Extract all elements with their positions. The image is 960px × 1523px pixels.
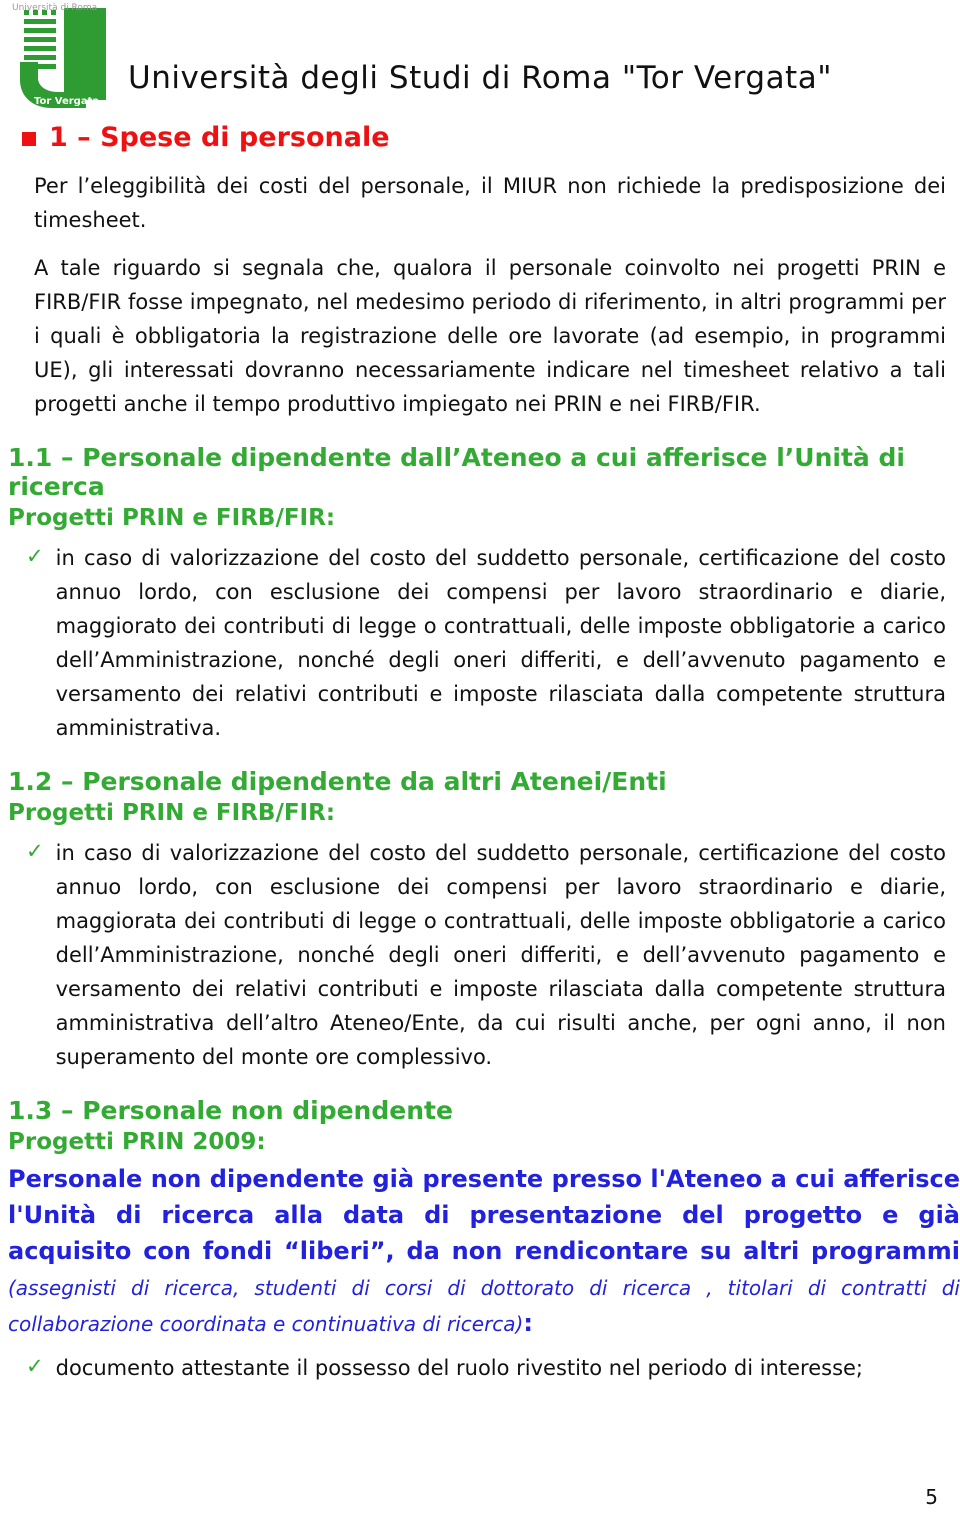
- page-number: 5: [925, 1485, 938, 1509]
- section-1-heading: 1 – Spese di personale: [22, 122, 960, 153]
- section-1-paragraph-1: Per l’eleggibilità dei costi del persona…: [34, 174, 946, 233]
- checkmark-icon: ✓: [26, 544, 44, 569]
- list-item-text: in caso di valorizzazione del costo del …: [55, 841, 946, 1070]
- section-1-2-subhead: Progetti PRIN e FIRB/FIR:: [8, 800, 336, 827]
- blue-block-italic-text: (assegnisti di ricerca, studenti di cors…: [8, 1276, 960, 1337]
- section-1-3-blue-block: Personale non dipendente già presente pr…: [8, 1161, 960, 1341]
- section-1-3-subhead: Progetti PRIN 2009:: [8, 1129, 266, 1156]
- university-logo: Università di Roma Tor Vergata: [2, 0, 120, 112]
- logo-bottom-text: Tor Vergata: [34, 96, 99, 107]
- list-item: ✓ in caso di valorizzazione del costo de…: [26, 541, 946, 745]
- section-1-1-subhead: Progetti PRIN e FIRB/FIR:: [8, 505, 336, 532]
- section-1-3-heading: 1.3 – Personale non dipendente: [8, 1096, 453, 1126]
- blue-block-colon: :: [523, 1309, 533, 1338]
- section-1-paragraph-2: A tale riguardo si segnala che, qualora …: [34, 256, 946, 417]
- list-item-text: in caso di valorizzazione del costo del …: [55, 546, 946, 741]
- section-1-2-heading: 1.2 – Personale dipendente da altri Aten…: [8, 767, 667, 797]
- logo-top-text: Università di Roma: [12, 3, 97, 13]
- section-1-1-heading: 1.1 – Personale dipendente dall’Ateneo a…: [8, 443, 905, 502]
- document-page: Università di Roma Tor Vergata Universit…: [0, 0, 960, 1523]
- list-item: ✓ in caso di valorizzazione del costo de…: [26, 836, 946, 1074]
- checkmark-icon: ✓: [26, 839, 44, 864]
- page-title: Università degli Studi di Roma "Tor Verg…: [128, 60, 832, 96]
- checkmark-icon: ✓: [26, 1354, 44, 1379]
- list-item-text: documento attestante il possesso del ruo…: [55, 1356, 864, 1381]
- square-bullet-icon: [22, 131, 36, 146]
- blue-block-bold-text: Personale non dipendente già presente pr…: [8, 1165, 960, 1266]
- section-1-heading-label: 1 – Spese di personale: [49, 122, 390, 153]
- list-item: ✓ documento attestante il possesso del r…: [26, 1351, 946, 1385]
